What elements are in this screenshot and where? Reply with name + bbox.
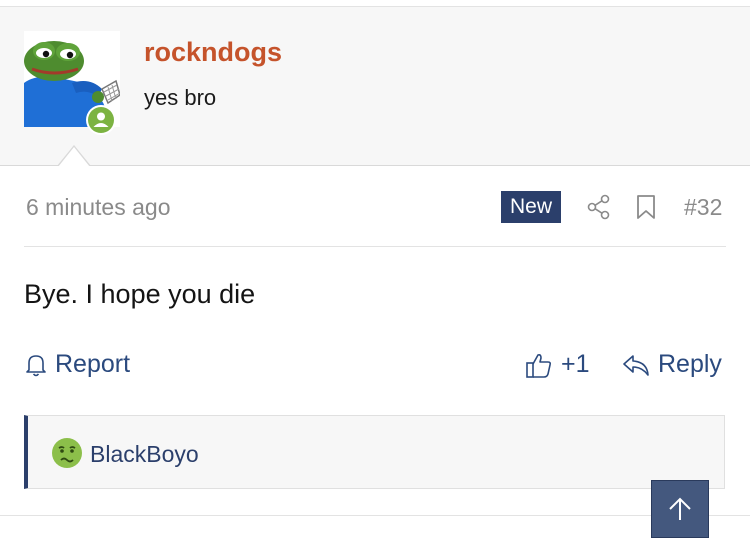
reply-label: Reply xyxy=(658,350,722,378)
reply-button[interactable]: Reply xyxy=(622,350,722,379)
post-timestamp[interactable]: 6 minutes ago xyxy=(26,194,170,221)
post-number[interactable]: #32 xyxy=(684,194,722,221)
online-status-badge xyxy=(86,105,116,135)
avatar[interactable] xyxy=(24,31,120,135)
username[interactable]: rockndogs xyxy=(144,37,282,68)
nauseated-face-icon xyxy=(52,438,82,468)
scroll-to-top-button[interactable] xyxy=(651,480,709,538)
reaction-username[interactable]: BlackBoyo xyxy=(90,441,199,468)
bell-icon xyxy=(26,354,46,376)
report-label: Report xyxy=(55,350,131,378)
user-online-icon xyxy=(88,107,114,133)
like-count: +1 xyxy=(561,350,590,378)
post-body-text: Bye. I hope you die xyxy=(24,279,256,309)
user-title: yes bro xyxy=(144,85,217,110)
top-rule xyxy=(0,0,750,7)
reply-arrow-icon xyxy=(623,354,649,376)
thumbs-up-icon xyxy=(526,353,552,378)
post-divider xyxy=(24,246,726,247)
message-user-header: rockndogs yes bro xyxy=(0,7,750,166)
arrow-up-icon xyxy=(669,497,691,520)
header-pointer-inner xyxy=(58,147,90,167)
report-button[interactable]: Report xyxy=(24,350,130,379)
reactions-bar[interactable]: BlackBoyo xyxy=(24,415,725,489)
new-badge: New xyxy=(501,191,561,223)
like-button[interactable]: +1 xyxy=(525,350,590,379)
bookmark-icon[interactable] xyxy=(636,194,656,220)
bottom-rule xyxy=(0,515,750,516)
share-icon[interactable] xyxy=(587,194,611,220)
